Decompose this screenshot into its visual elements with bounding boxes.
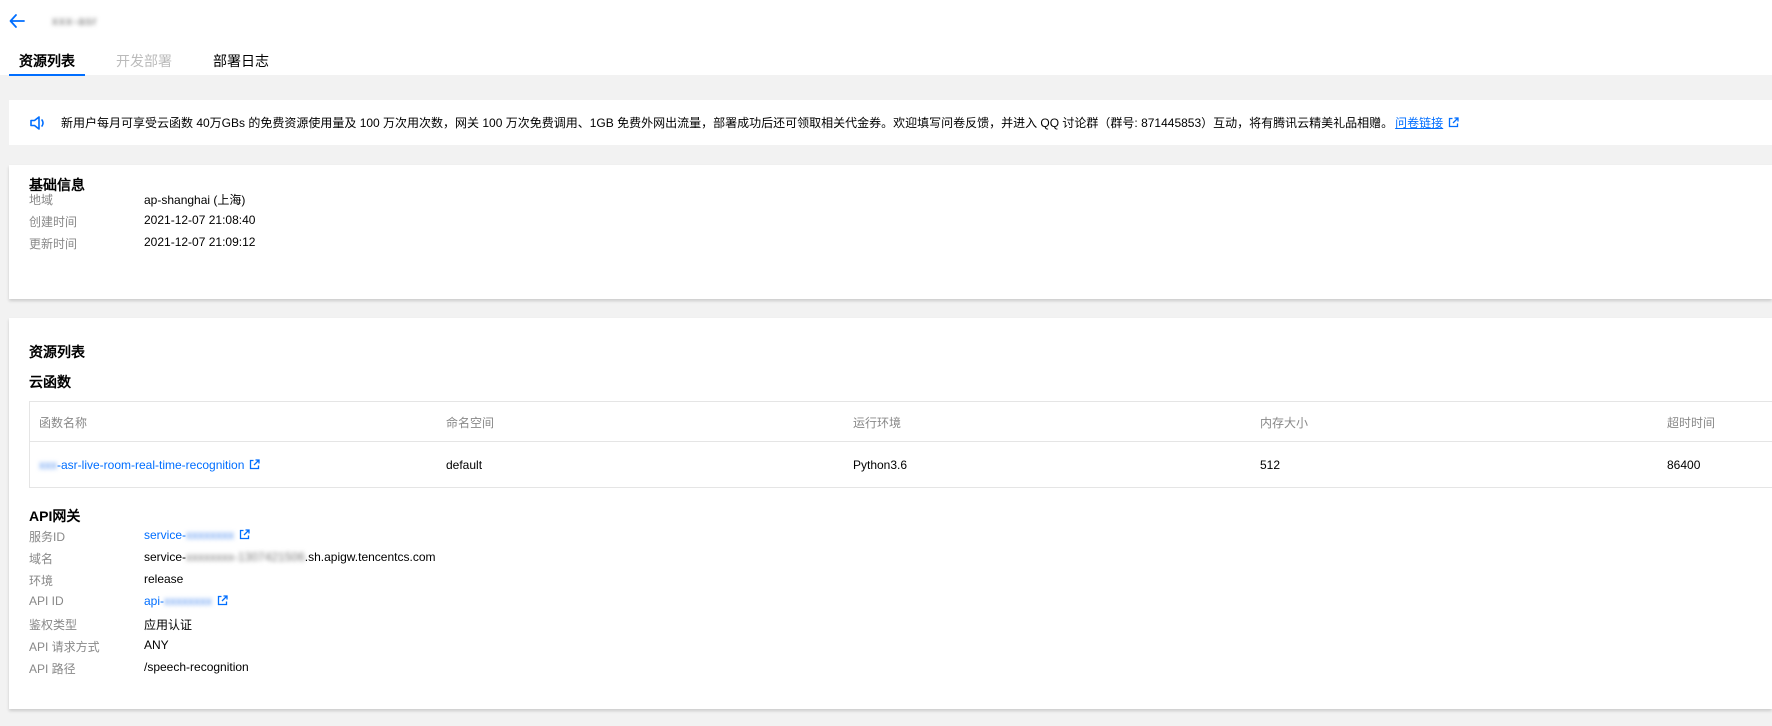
memory-value: 512 <box>1260 458 1281 472</box>
request-method-label: API 请求方式 <box>29 640 100 654</box>
tab-resource-list[interactable]: 资源列表 <box>9 50 85 76</box>
col-timeout: 超时时间 <box>1667 416 1716 430</box>
api-id-link[interactable]: api-xxxxxxxx <box>144 594 228 608</box>
runtime-value: Python3.6 <box>853 458 908 472</box>
external-link-icon[interactable] <box>1448 117 1459 128</box>
apigw-title: API网关 <box>29 508 81 524</box>
service-id-prefix[interactable]: service- <box>144 528 186 542</box>
region-label: 地域 <box>29 193 54 207</box>
request-method-value: ANY <box>144 638 169 652</box>
env-value: release <box>144 572 184 586</box>
domain-suffix: .sh.apigw.tencentcs.com <box>304 550 436 564</box>
scf-title: 云函数 <box>29 374 71 390</box>
updated-time-value: 2021-12-07 21:09:12 <box>144 235 256 249</box>
api-path-value: /speech-recognition <box>144 660 249 674</box>
function-name-link[interactable]: xxx-asr-live-room-real-time-recognition <box>39 458 261 472</box>
api-id-hidden: xxxxxxxx <box>164 594 213 608</box>
col-function-name: 函数名称 <box>39 416 88 430</box>
table-header: 函数名称 命名空间 运行环境 内存大小 超时时间 <box>30 402 1772 442</box>
function-table: 函数名称 命名空间 运行环境 内存大小 超时时间 xxx-asr-live-ro… <box>29 401 1772 488</box>
service-id-hidden: xxxxxxxx <box>186 528 235 542</box>
tab-bar: 资源列表 开发部署 部署日志 <box>9 50 300 76</box>
service-id-label: 服务ID <box>29 530 66 544</box>
service-id-link[interactable]: service-xxxxxxxx <box>144 528 250 542</box>
auth-type-label: 鉴权类型 <box>29 618 78 632</box>
back-arrow-icon[interactable] <box>8 12 26 30</box>
function-name-prefix: xxx <box>39 458 57 472</box>
api-path-label: API 路径 <box>29 662 76 676</box>
api-id-prefix[interactable]: api- <box>144 594 164 608</box>
api-id-label: API ID <box>29 594 64 608</box>
col-runtime: 运行环境 <box>853 416 902 430</box>
basic-info-card: 基础信息 地域 ap-shanghai (上海) 创建时间 2021-12-07… <box>9 165 1772 299</box>
env-label: 环境 <box>29 574 54 588</box>
namespace-value: default <box>446 458 483 472</box>
domain-label: 域名 <box>29 552 54 566</box>
timeout-value: 86400 <box>1667 458 1701 472</box>
resource-list-card: 资源列表 云函数 函数名称 命名空间 运行环境 内存大小 超时时间 xxx-as… <box>9 318 1772 709</box>
function-name[interactable]: -asr-live-room-real-time-recognition <box>57 458 244 472</box>
table-row: xxx-asr-live-room-real-time-recognition … <box>30 442 1772 488</box>
col-memory: 内存大小 <box>1260 416 1309 430</box>
tab-deploy-log[interactable]: 部署日志 <box>203 50 279 74</box>
domain-prefix: service- <box>144 550 187 564</box>
updated-time-label: 更新时间 <box>29 237 78 251</box>
col-namespace: 命名空间 <box>446 416 495 430</box>
tab-dev-deploy: 开发部署 <box>116 53 172 69</box>
created-time-label: 创建时间 <box>29 215 78 229</box>
resource-list-title: 资源列表 <box>29 344 85 360</box>
created-time-value: 2021-12-07 21:08:40 <box>144 213 256 227</box>
page-header: xxx-asr 资源列表 开发部署 部署日志 <box>0 0 1772 76</box>
region-value: ap-shanghai (上海) <box>144 193 246 207</box>
app-name: xxx-asr <box>52 14 98 28</box>
external-link-icon[interactable] <box>239 529 250 540</box>
auth-type-value: 应用认证 <box>144 618 193 632</box>
domain-value: service-xxxxxxxx-1307421506.sh.apigw.ten… <box>144 550 435 564</box>
external-link-icon[interactable] <box>217 595 228 606</box>
notice-text: 新用户每月可享受云函数 40万GBs 的免费资源使用量及 100 万次用次数，网… <box>61 114 1459 131</box>
notice-banner: 新用户每月可享受云函数 40万GBs 的免费资源使用量及 100 万次用次数，网… <box>9 100 1772 145</box>
domain-hidden: xxxxxxxx-1307421506 <box>186 550 305 564</box>
survey-link[interactable]: 问卷链接 <box>1395 116 1443 130</box>
speaker-icon <box>30 115 44 130</box>
external-link-icon[interactable] <box>249 459 261 470</box>
